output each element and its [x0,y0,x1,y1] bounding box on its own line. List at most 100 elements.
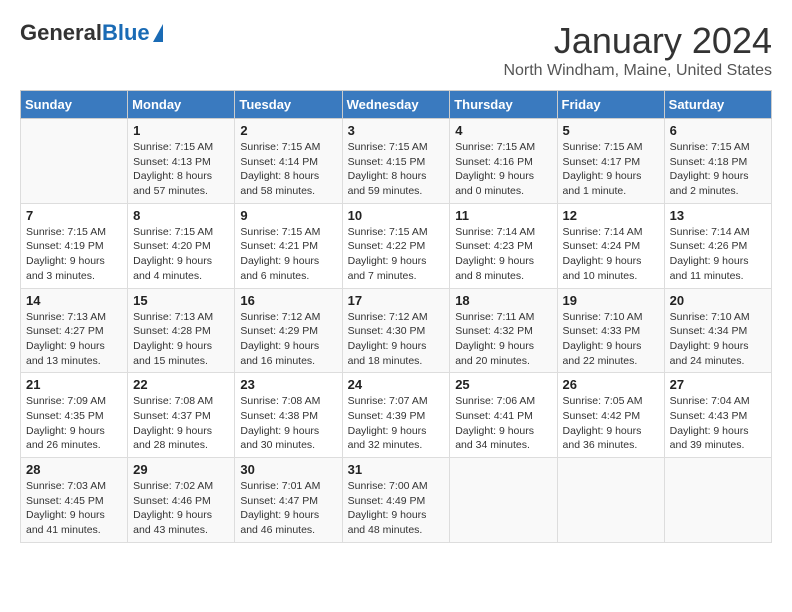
calendar-week-row: 21 Sunrise: 7:09 AMSunset: 4:35 PMDayligh… [21,373,772,458]
day-info: Sunrise: 7:15 AMSunset: 4:19 PMDaylight:… [26,225,122,284]
calendar-cell: 13 Sunrise: 7:14 AMSunset: 4:26 PMDayligh… [664,203,771,288]
calendar-cell: 29 Sunrise: 7:02 AMSunset: 4:46 PMDayligh… [128,458,235,543]
logo-blue-text: Blue [102,20,150,46]
day-info: Sunrise: 7:14 AMSunset: 4:23 PMDaylight:… [455,225,551,284]
day-info: Sunrise: 7:14 AMSunset: 4:26 PMDaylight:… [670,225,766,284]
day-info: Sunrise: 7:15 AMSunset: 4:20 PMDaylight:… [133,225,229,284]
calendar-week-row: 14 Sunrise: 7:13 AMSunset: 4:27 PMDayligh… [21,288,772,373]
day-info: Sunrise: 7:15 AMSunset: 4:21 PMDaylight:… [240,225,336,284]
day-number: 25 [455,377,551,392]
day-number: 15 [133,293,229,308]
day-info: Sunrise: 7:11 AMSunset: 4:32 PMDaylight:… [455,310,551,369]
title-area: January 2024 North Windham, Maine, Unite… [503,20,772,80]
day-header-sunday: Sunday [21,91,128,119]
calendar-cell: 25 Sunrise: 7:06 AMSunset: 4:41 PMDayligh… [450,373,557,458]
calendar-cell [557,458,664,543]
day-header-saturday: Saturday [664,91,771,119]
day-info: Sunrise: 7:09 AMSunset: 4:35 PMDaylight:… [26,394,122,453]
day-info: Sunrise: 7:05 AMSunset: 4:42 PMDaylight:… [563,394,659,453]
calendar-cell: 4 Sunrise: 7:15 AMSunset: 4:16 PMDaylight… [450,119,557,204]
calendar-table: SundayMondayTuesdayWednesdayThursdayFrid… [20,90,772,543]
day-info: Sunrise: 7:15 AMSunset: 4:15 PMDaylight:… [348,140,445,199]
day-number: 14 [26,293,122,308]
calendar-cell: 11 Sunrise: 7:14 AMSunset: 4:23 PMDayligh… [450,203,557,288]
day-info: Sunrise: 7:15 AMSunset: 4:14 PMDaylight:… [240,140,336,199]
calendar-cell: 8 Sunrise: 7:15 AMSunset: 4:20 PMDaylight… [128,203,235,288]
calendar-header-row: SundayMondayTuesdayWednesdayThursdayFrid… [21,91,772,119]
calendar-cell: 24 Sunrise: 7:07 AMSunset: 4:39 PMDayligh… [342,373,450,458]
day-info: Sunrise: 7:15 AMSunset: 4:16 PMDaylight:… [455,140,551,199]
day-header-thursday: Thursday [450,91,557,119]
calendar-cell: 30Sunrise: 7:01 AMSunset: 4:47 PMDayligh… [235,458,342,543]
calendar-cell: 23Sunrise: 7:08 AMSunset: 4:38 PMDayligh… [235,373,342,458]
day-number: 27 [670,377,766,392]
day-header-friday: Friday [557,91,664,119]
day-info: Sunrise: 7:14 AMSunset: 4:24 PMDaylight:… [563,225,659,284]
day-info: Sunrise: 7:07 AMSunset: 4:39 PMDaylight:… [348,394,445,453]
calendar-cell: 17Sunrise: 7:12 AMSunset: 4:30 PMDayligh… [342,288,450,373]
calendar-cell: 28 Sunrise: 7:03 AMSunset: 4:45 PMDayligh… [21,458,128,543]
calendar-week-row: 7 Sunrise: 7:15 AMSunset: 4:19 PMDaylight… [21,203,772,288]
day-info: Sunrise: 7:10 AMSunset: 4:34 PMDaylight:… [670,310,766,369]
day-number: 13 [670,208,766,223]
calendar-cell: 2 Sunrise: 7:15 AMSunset: 4:14 PMDaylight… [235,119,342,204]
day-info: Sunrise: 7:15 AMSunset: 4:17 PMDaylight:… [563,140,659,199]
calendar-cell: 27 Sunrise: 7:04 AMSunset: 4:43 PMDayligh… [664,373,771,458]
page-header: General Blue January 2024 North Windham,… [20,20,772,80]
day-info: Sunrise: 7:02 AMSunset: 4:46 PMDaylight:… [133,479,229,538]
day-number: 8 [133,208,229,223]
logo-triangle-icon [153,24,163,42]
location-subtitle: North Windham, Maine, United States [503,62,772,80]
calendar-cell: 3Sunrise: 7:15 AMSunset: 4:15 PMDaylight… [342,119,450,204]
day-header-wednesday: Wednesday [342,91,450,119]
calendar-cell: 5 Sunrise: 7:15 AMSunset: 4:17 PMDaylight… [557,119,664,204]
day-number: 31 [348,462,445,477]
logo: General Blue [20,20,163,46]
calendar-cell: 14 Sunrise: 7:13 AMSunset: 4:27 PMDayligh… [21,288,128,373]
day-info: Sunrise: 7:08 AMSunset: 4:37 PMDaylight:… [133,394,229,453]
day-info: Sunrise: 7:13 AMSunset: 4:27 PMDaylight:… [26,310,122,369]
day-number: 4 [455,123,551,138]
day-number: 11 [455,208,551,223]
day-info: Sunrise: 7:00 AMSunset: 4:49 PMDaylight:… [348,479,445,538]
day-info: Sunrise: 7:01 AMSunset: 4:47 PMDaylight:… [240,479,336,538]
calendar-cell: 19Sunrise: 7:10 AMSunset: 4:33 PMDayligh… [557,288,664,373]
day-info: Sunrise: 7:15 AMSunset: 4:22 PMDaylight:… [348,225,445,284]
calendar-cell: 22 Sunrise: 7:08 AMSunset: 4:37 PMDayligh… [128,373,235,458]
calendar-cell: 6Sunrise: 7:15 AMSunset: 4:18 PMDaylight… [664,119,771,204]
calendar-cell: 7 Sunrise: 7:15 AMSunset: 4:19 PMDaylight… [21,203,128,288]
day-number: 7 [26,208,122,223]
calendar-week-row: 28 Sunrise: 7:03 AMSunset: 4:45 PMDayligh… [21,458,772,543]
day-number: 29 [133,462,229,477]
day-info: Sunrise: 7:15 AMSunset: 4:13 PMDaylight:… [133,140,229,199]
day-info: Sunrise: 7:06 AMSunset: 4:41 PMDaylight:… [455,394,551,453]
logo-general-text: General [20,20,102,46]
day-number: 24 [348,377,445,392]
day-number: 18 [455,293,551,308]
day-number: 5 [563,123,659,138]
day-number: 26 [563,377,659,392]
calendar-cell: 16Sunrise: 7:12 AMSunset: 4:29 PMDayligh… [235,288,342,373]
day-info: Sunrise: 7:04 AMSunset: 4:43 PMDaylight:… [670,394,766,453]
day-number: 16 [240,293,336,308]
calendar-cell: 10Sunrise: 7:15 AMSunset: 4:22 PMDayligh… [342,203,450,288]
day-number: 2 [240,123,336,138]
day-info: Sunrise: 7:08 AMSunset: 4:38 PMDaylight:… [240,394,336,453]
day-info: Sunrise: 7:03 AMSunset: 4:45 PMDaylight:… [26,479,122,538]
calendar-cell: 9 Sunrise: 7:15 AMSunset: 4:21 PMDaylight… [235,203,342,288]
day-number: 12 [563,208,659,223]
calendar-cell: 15Sunrise: 7:13 AMSunset: 4:28 PMDayligh… [128,288,235,373]
calendar-cell: 31 Sunrise: 7:00 AMSunset: 4:49 PMDayligh… [342,458,450,543]
calendar-cell [450,458,557,543]
day-number: 28 [26,462,122,477]
calendar-cell: 18 Sunrise: 7:11 AMSunset: 4:32 PMDayligh… [450,288,557,373]
day-number: 21 [26,377,122,392]
calendar-cell: 12 Sunrise: 7:14 AMSunset: 4:24 PMDayligh… [557,203,664,288]
day-number: 1 [133,123,229,138]
day-number: 22 [133,377,229,392]
day-number: 20 [670,293,766,308]
calendar-cell: 20 Sunrise: 7:10 AMSunset: 4:34 PMDayligh… [664,288,771,373]
day-number: 9 [240,208,336,223]
day-info: Sunrise: 7:15 AMSunset: 4:18 PMDaylight:… [670,140,766,199]
day-number: 17 [348,293,445,308]
